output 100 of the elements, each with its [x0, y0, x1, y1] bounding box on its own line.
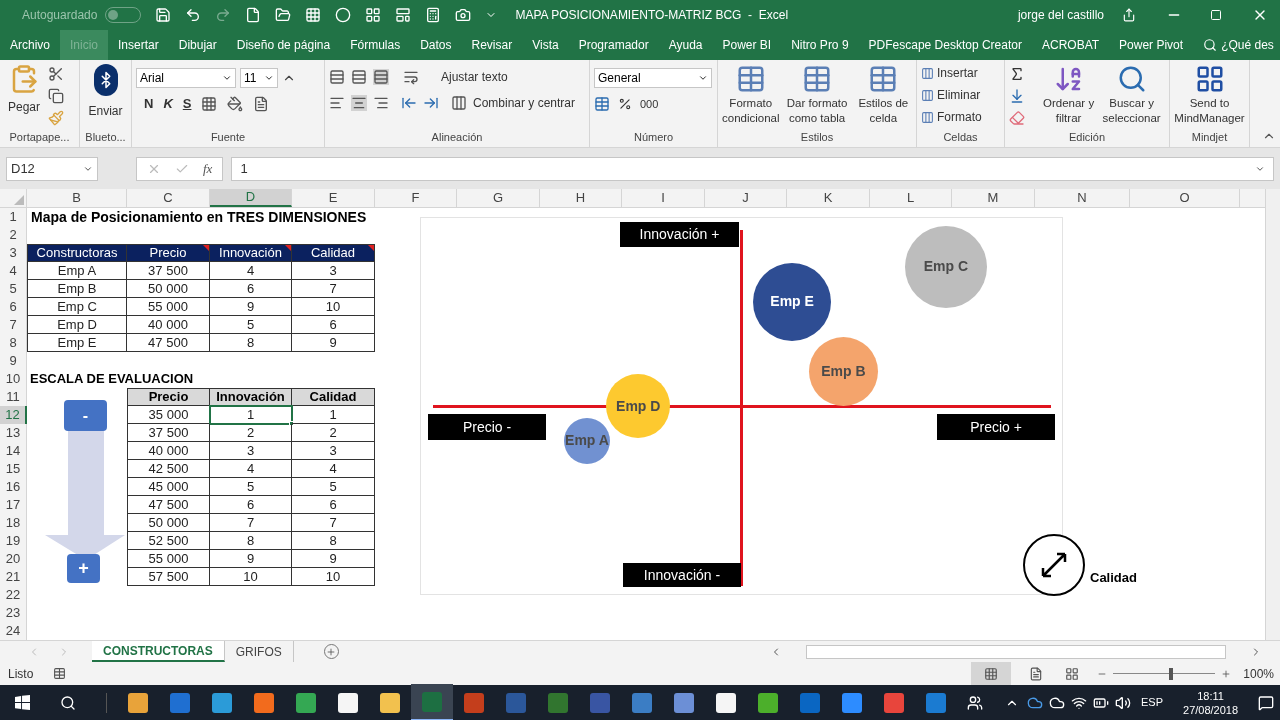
save-icon[interactable] [155, 7, 172, 23]
volume-icon[interactable] [1115, 694, 1131, 711]
new-file-icon[interactable] [245, 7, 262, 23]
table-cell[interactable]: 3 [292, 442, 375, 460]
ribbon-tab[interactable]: Dibujar [168, 30, 227, 60]
align-right-icon[interactable] [373, 95, 389, 111]
ribbon-button[interactable]: Estilos de celda [854, 64, 912, 126]
table-cell[interactable]: 3 [210, 442, 292, 460]
align-left-icon[interactable] [329, 95, 345, 111]
ribbon-tab[interactable]: Programador [568, 30, 659, 60]
page-break-icon[interactable] [1065, 666, 1080, 681]
folder-icon[interactable] [275, 7, 292, 23]
wrap-text-button[interactable]: Ajustar texto [441, 68, 508, 86]
table-cell[interactable]: 1 [210, 406, 292, 424]
ribbon-tab[interactable]: Power BI [712, 30, 782, 60]
table-cell[interactable]: 50 000 [127, 514, 210, 532]
column-header[interactable]: L [870, 189, 952, 207]
column-header[interactable]: K [787, 189, 870, 207]
borders-icon[interactable] [201, 95, 218, 112]
font-name-field[interactable]: Arial [136, 68, 236, 88]
zoom-level[interactable]: 100% [1243, 664, 1274, 683]
row-header[interactable]: 22 [0, 586, 27, 604]
page-layout-icon[interactable] [1029, 666, 1044, 681]
percent-icon[interactable] [618, 97, 632, 112]
horizontal-scrollbar[interactable] [806, 644, 1226, 659]
row-header[interactable]: 2 [0, 226, 27, 244]
increase-indent-icon[interactable] [423, 95, 439, 111]
cells-button[interactable]: Insertar [921, 64, 982, 82]
ribbon-tab[interactable]: Ayuda [658, 30, 713, 60]
row-header[interactable]: 11 [0, 388, 27, 406]
row-header[interactable]: 24 [0, 622, 27, 640]
column-header[interactable]: N [1035, 189, 1130, 207]
row-header[interactable]: 18 [0, 514, 27, 532]
name-box[interactable]: D12 [6, 156, 98, 181]
merge-icon[interactable] [451, 95, 467, 111]
column-header[interactable]: B [27, 189, 127, 207]
zoom-slider[interactable] [1169, 667, 1174, 680]
app-icon[interactable] [338, 692, 358, 713]
row-header[interactable]: 20 [0, 550, 27, 568]
app-icon[interactable] [380, 692, 400, 713]
ribbon-tab[interactable]: Fórmulas [340, 30, 411, 60]
table-cell[interactable]: 7 [292, 514, 375, 532]
cells-button[interactable]: Eliminar [921, 86, 982, 104]
copy-icon[interactable] [48, 88, 64, 104]
layout-icon[interactable] [365, 7, 382, 23]
increase-button[interactable]: + [67, 554, 100, 583]
row-header[interactable]: 1 [0, 208, 27, 226]
row-header[interactable]: 9 [0, 352, 27, 370]
paste-button[interactable]: Pegar [4, 64, 44, 116]
table-cell[interactable]: 47 500 [127, 496, 210, 514]
row-header[interactable]: 10 [0, 370, 27, 388]
table-cell[interactable]: 35 000 [127, 406, 210, 424]
ribbon-tab[interactable]: Nitro Pro 9 [781, 30, 859, 60]
table-cell[interactable]: 8 [292, 532, 375, 550]
language-indicator[interactable]: ESP [1141, 694, 1163, 711]
people-icon[interactable] [967, 694, 983, 711]
calculator-icon[interactable] [425, 7, 442, 23]
decrease-indent-icon[interactable] [401, 95, 417, 111]
font-size-field[interactable]: 11 [240, 68, 278, 88]
table-cell[interactable]: 9 [210, 550, 292, 568]
table-cell[interactable]: 4 [210, 460, 292, 478]
row-header[interactable]: 15 [0, 460, 27, 478]
orientation-icon[interactable] [403, 69, 419, 85]
send-button[interactable]: Enviar [84, 64, 127, 120]
ribbon-button[interactable]: Send to MindManager [1174, 64, 1245, 126]
row-header[interactable]: 13 [0, 424, 27, 442]
column-header[interactable]: O [1130, 189, 1240, 207]
tell-me-field[interactable]: ¿Qué des [1221, 36, 1274, 54]
table-cell[interactable]: 7 [210, 514, 292, 532]
app-icon[interactable] [716, 692, 736, 713]
ribbon-button[interactable]: Buscar y seleccionar [1098, 64, 1165, 126]
column-header[interactable]: H [540, 189, 622, 207]
clock-date[interactable]: 27/08/2018 [1183, 702, 1239, 717]
ribbon-tab[interactable]: Revisar [461, 30, 523, 60]
row-header[interactable]: 16 [0, 478, 27, 496]
grid-icon[interactable] [305, 7, 322, 23]
table-cell[interactable]: 5 [210, 478, 292, 496]
column-header[interactable]: G [457, 189, 540, 207]
row-header[interactable]: 23 [0, 604, 27, 622]
ribbon-tab[interactable]: ACROBAT [1031, 30, 1110, 60]
camera-icon[interactable] [455, 7, 472, 23]
circle-icon[interactable] [335, 7, 352, 23]
formula-field[interactable]: 1 [231, 156, 1274, 181]
thousands-button[interactable]: 000 [640, 96, 659, 113]
autosum-icon[interactable] [1009, 66, 1025, 82]
table-cell[interactable]: 52 500 [127, 532, 210, 550]
italic-button[interactable]: K [163, 94, 173, 114]
row-header[interactable]: 7 [0, 316, 27, 334]
column-header[interactable]: I [622, 189, 705, 207]
bold-button[interactable]: N [144, 94, 154, 114]
row-header[interactable]: 17 [0, 496, 27, 514]
table-cell[interactable]: 2 [210, 424, 292, 442]
decrease-button[interactable]: - [64, 400, 107, 431]
table-cell[interactable]: 9 [292, 550, 375, 568]
table-cell[interactable]: 6 [210, 496, 292, 514]
ribbon-tab[interactable]: Insertar [108, 30, 169, 60]
ribbon-tab[interactable]: Datos [410, 30, 462, 60]
row-header[interactable]: 8 [0, 334, 27, 352]
table-cell[interactable]: 2 [292, 424, 375, 442]
table-cell[interactable]: 10 [210, 568, 292, 586]
